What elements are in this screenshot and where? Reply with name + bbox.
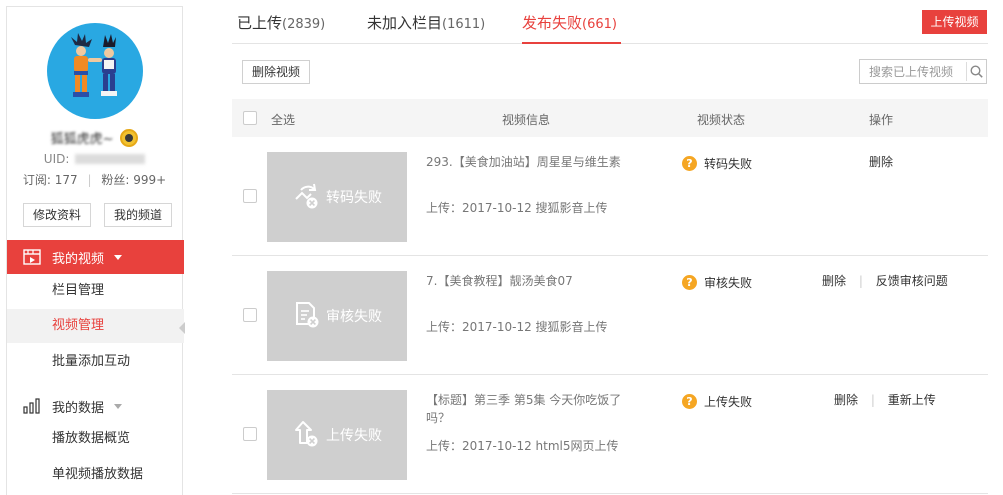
my-channel-button[interactable]: 我的频道	[104, 203, 172, 227]
column-header-video-info: 视频信息	[502, 113, 551, 127]
select-all-checkbox[interactable]	[243, 111, 257, 125]
column-header-video-status: 视频状态	[697, 113, 746, 127]
delete-link[interactable]: 删除	[822, 274, 846, 288]
upload-failed-icon	[292, 419, 322, 452]
tab-uploaded-label: 已上传	[237, 14, 283, 32]
feedback-review-link[interactable]: 反馈审核问题	[876, 274, 948, 288]
nav-my-videos[interactable]: 我的视频	[7, 240, 184, 274]
tab-not-in-column-count: (1611)	[442, 17, 486, 32]
bar-chart-icon	[22, 398, 42, 414]
upload-info: 上传：2017-10-12 html5网页上传	[426, 439, 619, 453]
sidebar-item-play-overview[interactable]: 播放数据概览	[7, 422, 184, 456]
select-all-label: 全选	[271, 113, 296, 127]
status-text: 上传失败	[704, 395, 753, 409]
tab-bar: 已上传(2839) 未加入栏目(1611) 发布失败(661)	[232, 0, 988, 44]
row-actions: 删除 | 反馈审核问题	[822, 272, 948, 289]
username: 狐狐虎虎~	[50, 132, 114, 147]
table-row: 审核失败 7.【美食教程】靓汤美食07 上传：2017-10-12 搜狐影音上传…	[232, 256, 988, 375]
column-header-actions: 操作	[869, 113, 894, 127]
edit-profile-button[interactable]: 修改资料	[23, 203, 91, 227]
video-thumbnail[interactable]: 审核失败	[267, 271, 407, 361]
row-actions: 删除	[869, 153, 893, 170]
nav-my-videos-label: 我的视频	[52, 251, 105, 267]
thumbnail-status-text: 转码失败	[326, 190, 382, 206]
reupload-link[interactable]: 重新上传	[888, 393, 936, 407]
action-divider: |	[858, 274, 863, 288]
table-header: 全选 视频信息 视频状态 操作	[232, 99, 988, 137]
selected-indicator	[179, 322, 185, 334]
fans-count: 999+	[133, 173, 167, 187]
delete-videos-button[interactable]: 删除视频	[242, 60, 310, 84]
row-checkbox[interactable]	[243, 427, 257, 441]
video-status: ? 审核失败	[682, 274, 752, 291]
sidebar-item-video-manage-label: 视频管理	[52, 318, 105, 333]
sidebar-item-video-manage[interactable]: 视频管理	[7, 309, 185, 343]
upload-info: 上传：2017-10-12 搜狐影音上传	[426, 201, 608, 215]
uid-value-redacted	[75, 153, 146, 164]
video-manage-icon	[22, 249, 42, 265]
video-thumbnail[interactable]: 转码失败	[267, 152, 407, 242]
nav-my-data[interactable]: 我的数据	[7, 389, 184, 423]
video-title[interactable]: 7.【美食教程】靓汤美食07	[426, 272, 636, 290]
tab-publish-failed-count: (661)	[582, 17, 617, 32]
nav-my-data-label: 我的数据	[52, 400, 105, 416]
avatar-illustration	[71, 33, 117, 97]
video-status: ? 转码失败	[682, 155, 752, 172]
tab-publish-failed-label: 发布失败	[522, 14, 583, 32]
row-checkbox[interactable]	[243, 189, 257, 203]
table-row: 转码失败 293.【美食加油站】周星星与维生素 上传：2017-10-12 搜狐…	[232, 137, 988, 256]
sidebar-item-column-manage[interactable]: 栏目管理	[7, 274, 184, 308]
video-status: ? 上传失败	[682, 393, 752, 410]
question-icon[interactable]: ?	[682, 275, 697, 290]
status-text: 审核失败	[704, 276, 753, 290]
search-box	[859, 59, 987, 84]
stats-divider: |	[87, 173, 92, 187]
tab-not-in-column[interactable]: 未加入栏目(1611)	[367, 12, 485, 44]
upload-info: 上传：2017-10-12 搜狐影音上传	[426, 320, 608, 334]
video-title[interactable]: 【标题】第三季 第5集 今天你吃饭了吗？	[426, 391, 636, 427]
sidebar: 狐狐虎虎~ UID: 订阅: 177 | 粉丝: 999+ 修改资料 我的频道 …	[6, 6, 185, 495]
stats-row: 订阅: 177 | 粉丝: 999+	[7, 171, 182, 187]
question-icon[interactable]: ?	[682, 394, 697, 409]
search-icon[interactable]	[966, 62, 986, 81]
chevron-down-icon	[114, 254, 123, 260]
transcode-failed-icon	[292, 181, 322, 214]
delete-link[interactable]: 删除	[869, 155, 893, 169]
upload-video-button[interactable]: 上传视频	[922, 10, 987, 34]
action-divider: |	[870, 393, 875, 407]
status-text: 转码失败	[704, 157, 753, 171]
question-icon[interactable]: ?	[682, 156, 697, 171]
sidebar-item-single-video-data[interactable]: 单视频播放数据	[7, 458, 184, 492]
avatar[interactable]	[47, 23, 143, 119]
sidebar-item-batch-interaction[interactable]: 批量添加互动	[7, 345, 184, 379]
table-row: 上传失败 【标题】第三季 第5集 今天你吃饭了吗？ 上传：2017-10-12 …	[232, 375, 988, 494]
vip-badge-icon	[120, 128, 139, 147]
row-actions: 删除 | 重新上传	[834, 391, 936, 408]
uid-label: UID:	[43, 151, 70, 166]
chevron-down-icon	[114, 403, 123, 409]
video-thumbnail[interactable]: 上传失败	[267, 390, 407, 480]
tab-not-in-column-label: 未加入栏目	[367, 14, 443, 32]
review-failed-icon	[292, 300, 322, 333]
fans-label: 粉丝:	[101, 173, 130, 187]
thumbnail-status-text: 上传失败	[326, 428, 382, 444]
tab-uploaded-count: (2839)	[282, 17, 326, 32]
row-checkbox[interactable]	[243, 308, 257, 322]
uid-row: UID:	[7, 151, 182, 167]
username-row: 狐狐虎虎~	[7, 128, 182, 148]
video-title[interactable]: 293.【美食加油站】周星星与维生素	[426, 153, 636, 171]
tab-uploaded[interactable]: 已上传(2839)	[237, 12, 325, 44]
subscriptions-label: 订阅:	[22, 173, 51, 187]
subscriptions-count: 177	[54, 173, 78, 187]
tab-publish-failed[interactable]: 发布失败(661)	[522, 12, 621, 44]
delete-link[interactable]: 删除	[834, 393, 858, 407]
search-input[interactable]	[860, 60, 964, 83]
thumbnail-status-text: 审核失败	[326, 309, 382, 325]
